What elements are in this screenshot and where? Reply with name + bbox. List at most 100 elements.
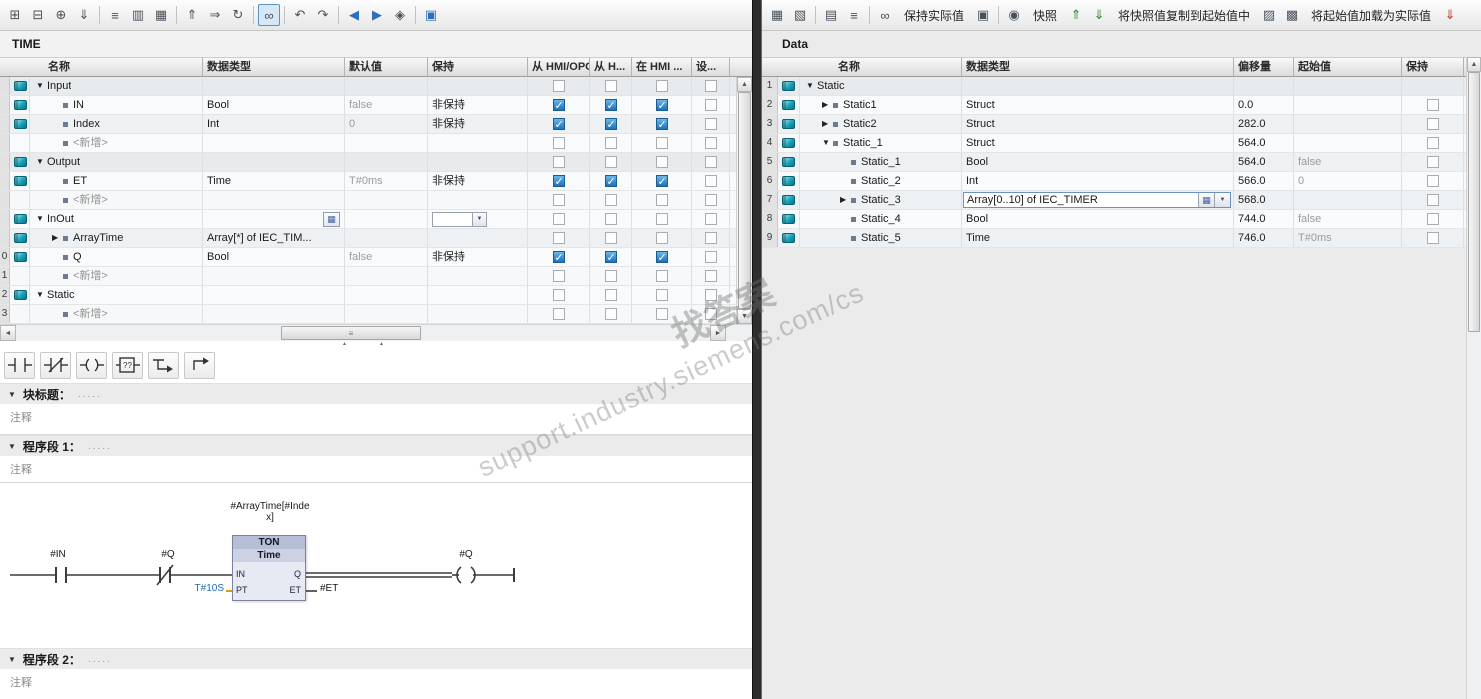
separator[interactable] <box>338 6 339 24</box>
in-hmi-checkbox[interactable] <box>655 249 668 266</box>
setpoint-checkbox[interactable] <box>704 175 717 187</box>
modify-values-icon[interactable]: ▦ <box>766 4 788 26</box>
coil-q-operand[interactable]: #Q <box>436 549 496 560</box>
insert-row-icon[interactable]: ⊞ <box>4 4 26 26</box>
keep-actual-values-button[interactable]: 保持实际值 <box>897 4 971 26</box>
edit-table-icon[interactable]: ▧ <box>789 4 811 26</box>
horizontal-scrollbar-thumb[interactable] <box>281 326 421 340</box>
splitter-collapse-icon[interactable] <box>342 341 347 347</box>
from-hmi-checkbox[interactable] <box>604 194 617 206</box>
collapse-arrow-icon[interactable]: ▼ <box>8 390 16 399</box>
from-hmi-opc-checkbox[interactable] <box>552 308 565 320</box>
title-placeholder[interactable]: ..... <box>78 389 102 400</box>
access-protection-icon[interactable]: ◈ <box>389 4 411 26</box>
block-comment[interactable]: 注释 <box>0 404 752 435</box>
datatype-editor[interactable]: Array[0..10] of IEC_TIMER <box>963 192 1231 208</box>
network-2-comment[interactable]: 注释 <box>0 669 752 699</box>
setpoint-checkbox[interactable] <box>704 156 717 168</box>
import-source-icon[interactable]: ⇑ <box>181 4 203 26</box>
table-row[interactable]: <新增> <box>0 134 752 153</box>
retain-checkbox[interactable] <box>1426 118 1439 130</box>
from-hmi-checkbox[interactable] <box>604 213 617 225</box>
monitor-glasses-icon[interactable]: ∞ <box>258 4 280 26</box>
browse-type-button[interactable] <box>1198 193 1214 207</box>
table-row[interactable]: 1 <新增> <box>0 267 752 286</box>
vertical-scrollbar-thumb[interactable] <box>738 92 751 309</box>
expand-arrow-icon[interactable]: ▶ <box>840 191 851 209</box>
go-previous-icon[interactable]: ◀ <box>343 4 365 26</box>
from-hmi-opc-checkbox[interactable] <box>552 173 565 190</box>
table-row[interactable]: 0 Q Bool false 非保持 <box>0 248 752 267</box>
scroll-up-button[interactable] <box>737 77 752 92</box>
copy-snapshot-down-icon[interactable]: ⇓ <box>1088 4 1110 26</box>
in-hmi-checkbox[interactable] <box>655 194 668 206</box>
splitter-collapse-icon[interactable] <box>379 341 384 347</box>
table-row[interactable]: ▼ Output <box>0 153 752 172</box>
network-2-title-placeholder[interactable]: ..... <box>88 654 112 665</box>
close-branch-icon[interactable] <box>184 351 215 379</box>
from-hmi-checkbox[interactable] <box>604 308 617 320</box>
open-branch-icon[interactable] <box>148 351 179 379</box>
retain-checkbox[interactable] <box>1426 232 1439 244</box>
expand-arrow-icon[interactable]: ▶ <box>822 96 833 114</box>
expand-arrow-icon[interactable]: ▼ <box>36 77 47 95</box>
expand-arrow-icon[interactable]: ▼ <box>36 153 47 171</box>
separator[interactable] <box>815 6 816 24</box>
network-1-title-placeholder[interactable]: ..... <box>88 441 112 452</box>
et-operand[interactable]: #ET <box>320 583 338 594</box>
empty-box-icon[interactable]: ?? <box>112 351 143 379</box>
from-hmi-checkbox[interactable] <box>604 289 617 301</box>
data-vertical-scrollbar[interactable] <box>1466 57 1481 699</box>
snapshot-camera-icon[interactable]: ◉ <box>1003 4 1025 26</box>
undo-icon[interactable]: ↶ <box>289 4 311 26</box>
expand-members-icon[interactable]: ▤ <box>820 4 842 26</box>
datatype-edit-value[interactable]: Array[0..10] of IEC_TIMER <box>964 191 1198 209</box>
in-hmi-checkbox[interactable] <box>655 137 668 149</box>
snapshot-button[interactable]: 快照 <box>1026 4 1064 26</box>
from-hmi-opc-checkbox[interactable] <box>552 116 565 133</box>
expand-arrow-icon[interactable]: ▶ <box>822 115 833 133</box>
table-row[interactable]: 3 <新增> <box>0 305 752 324</box>
retain-checkbox[interactable] <box>1426 137 1439 149</box>
table-row[interactable]: IN Bool false 非保持 <box>0 96 752 115</box>
table-row[interactable]: 6 Static_2 Int 566.0 0 <box>762 172 1481 191</box>
scroll-up-button[interactable] <box>1467 57 1481 72</box>
pt-value-operand[interactable]: T#10S <box>178 583 224 594</box>
table-row[interactable]: ▶ ArrayTime Array[*] of IEC_TIM... <box>0 229 752 248</box>
retain-checkbox[interactable] <box>1426 175 1439 187</box>
from-hmi-opc-checkbox[interactable] <box>552 194 565 206</box>
in-hmi-checkbox[interactable] <box>655 116 668 133</box>
copy-snapshot-up-icon[interactable]: ⇑ <box>1065 4 1087 26</box>
from-hmi-opc-checkbox[interactable] <box>552 232 565 244</box>
expand-arrow-icon[interactable]: ▼ <box>36 286 47 304</box>
scroll-right-button[interactable] <box>710 325 726 341</box>
export-source-icon[interactable]: ⇒ <box>204 4 226 26</box>
separator[interactable] <box>869 6 870 24</box>
from-hmi-opc-checkbox[interactable] <box>552 97 565 114</box>
setpoint-checkbox[interactable] <box>704 118 717 130</box>
insert-parameter-icon[interactable]: ⊕ <box>50 4 72 26</box>
table-columns-icon[interactable]: ▥ <box>127 4 149 26</box>
nc-contact-icon[interactable] <box>40 351 71 379</box>
insert-network-icon[interactable]: ▣ <box>420 4 442 26</box>
table-row[interactable]: ▼ InOut <box>0 210 752 229</box>
vertical-scrollbar-thumb[interactable] <box>1468 72 1480 332</box>
in-hmi-checkbox[interactable] <box>655 97 668 114</box>
paste-values-icon[interactable]: ▩ <box>1281 4 1303 26</box>
setpoint-checkbox[interactable] <box>704 137 717 149</box>
from-hmi-checkbox[interactable] <box>604 249 617 266</box>
in-hmi-checkbox[interactable] <box>655 232 668 244</box>
setpoint-checkbox[interactable] <box>704 232 717 244</box>
from-hmi-checkbox[interactable] <box>604 270 617 282</box>
from-hmi-checkbox[interactable] <box>604 80 617 92</box>
from-hmi-checkbox[interactable] <box>604 232 617 244</box>
coil-icon[interactable] <box>76 351 107 379</box>
expand-arrow-icon[interactable]: ▼ <box>36 210 47 228</box>
collapse-arrow-icon[interactable]: ▼ <box>8 442 16 451</box>
scroll-down-button[interactable] <box>737 309 752 324</box>
ton-timer-block[interactable]: TON Time IN PT Q ET <box>232 535 306 601</box>
in-hmi-checkbox[interactable] <box>655 308 668 320</box>
table-row[interactable]: ▼ Input <box>0 77 752 96</box>
setpoint-checkbox[interactable] <box>704 289 717 301</box>
in-hmi-checkbox[interactable] <box>655 270 668 282</box>
